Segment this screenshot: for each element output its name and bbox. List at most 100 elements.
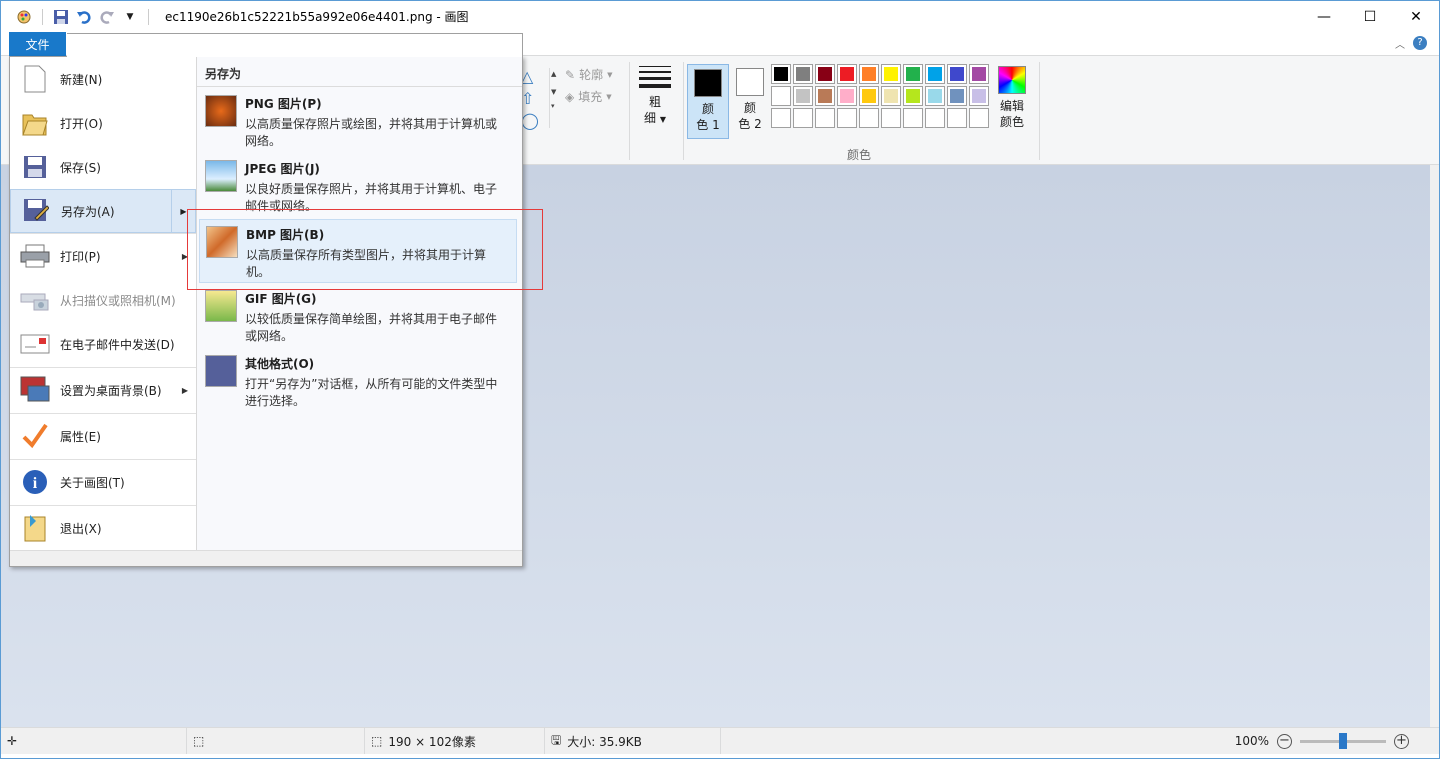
shapes-group: △ ⇧ ◯ ▲ ▼ ▾ ✎ 轮廓 ▼ ◈ 填充 ▼ <box>521 64 631 164</box>
save-icon[interactable] <box>52 8 70 26</box>
palette-swatch[interactable] <box>815 86 835 106</box>
palette-swatch[interactable] <box>881 108 901 128</box>
palette-swatch[interactable] <box>859 86 879 106</box>
paint-app-icon[interactable] <box>15 8 33 26</box>
up-arrow-shape-icon[interactable]: ⇧ <box>521 90 549 108</box>
vertical-scrollbar[interactable] <box>1430 165 1439 727</box>
close-button[interactable]: ✕ <box>1393 1 1439 32</box>
thickness-lines-icon <box>637 66 673 88</box>
menu-item-exit[interactable]: 退出(X) <box>10 506 196 550</box>
menu-item-properties[interactable]: 属性(E) <box>10 414 196 458</box>
palette-swatch[interactable] <box>793 108 813 128</box>
checkmark-icon <box>20 420 50 452</box>
disk-icon: 🖫 <box>551 732 562 747</box>
save-as-png[interactable]: PNG 图片(P) 以高质量保存照片或绘图，并将其用于计算机或网络。 <box>199 89 517 153</box>
quick-access-toolbar: ▼ <box>1 8 153 26</box>
zoom-slider[interactable] <box>1300 732 1386 749</box>
group-divider <box>1039 62 1040 160</box>
exit-icon <box>20 512 50 544</box>
image-dimensions: ⬚ 190 × 102像素 <box>365 728 545 754</box>
zoom-percent: 100% <box>1234 734 1269 748</box>
palette-swatch[interactable] <box>859 108 879 128</box>
color-spectrum-icon <box>998 66 1026 94</box>
menu-item-save-as[interactable]: 另存为(A) ▶ <box>10 189 196 233</box>
palette-swatch[interactable] <box>969 86 989 106</box>
palette-swatch[interactable] <box>837 64 857 84</box>
window-title: ec1190e26b1c52221b55a992e06e4401.png - 画… <box>165 10 469 24</box>
menu-item-about[interactable]: i 关于画图(T) <box>10 460 196 504</box>
zoom-out-button[interactable]: − <box>1277 733 1292 749</box>
palette-swatch[interactable] <box>771 64 791 84</box>
palette-swatch[interactable] <box>947 86 967 106</box>
outline-dropdown[interactable]: ✎ 轮廓 ▼ <box>565 66 612 83</box>
file-size: 🖫 大小: 35.9KB <box>545 728 721 754</box>
help-icon[interactable]: ? <box>1413 36 1427 50</box>
palette-swatch[interactable] <box>947 64 967 84</box>
open-folder-icon <box>20 107 50 139</box>
palette-swatch[interactable] <box>903 86 923 106</box>
palette-swatch[interactable] <box>771 86 791 106</box>
palette-swatch[interactable] <box>837 108 857 128</box>
color2-swatch <box>736 68 764 96</box>
qat-separator <box>148 8 149 25</box>
thickness-button[interactable]: 粗 细 ▼ <box>637 66 673 128</box>
save-as-other[interactable]: 其他格式(O) 打开“另存为”对话框，从所有可能的文件类型中进行选择。 <box>199 349 517 413</box>
menu-item-set-desktop-background[interactable]: 设置为桌面背景(B) ▶ <box>10 368 196 412</box>
callout-shape-icon[interactable]: ◯ <box>521 112 549 130</box>
edit-colors-button[interactable]: 编辑 颜色 <box>995 64 1029 130</box>
window-controls: — ☐ ✕ <box>1301 1 1439 32</box>
palette-swatch[interactable] <box>903 64 923 84</box>
thickness-label-2: 细 ▼ <box>644 111 666 125</box>
palette-swatch[interactable] <box>815 64 835 84</box>
file-menu-footer <box>10 550 522 566</box>
file-tab[interactable]: 文件 <box>9 32 66 56</box>
palette-swatch[interactable] <box>859 64 879 84</box>
menu-item-open[interactable]: 打开(O) <box>10 101 196 145</box>
shape-gallery-scroll[interactable]: ▲ ▼ ▾ <box>549 68 559 128</box>
palette-swatch[interactable] <box>881 64 901 84</box>
paint-window: ▼ ec1190e26b1c52221b55a992e06e4401.png -… <box>0 0 1440 759</box>
info-icon: i <box>20 466 50 498</box>
palette-swatch[interactable] <box>793 64 813 84</box>
desktop-background-icon <box>20 374 50 406</box>
collapse-ribbon-icon[interactable]: ︿ <box>1395 36 1405 51</box>
palette-swatch[interactable] <box>793 86 813 106</box>
menu-item-send-email[interactable]: 在电子邮件中发送(D) <box>10 322 196 366</box>
palette-swatch[interactable] <box>925 86 945 106</box>
menu-item-print[interactable]: 打印(P) ▶ <box>10 234 196 278</box>
palette-swatch[interactable] <box>925 64 945 84</box>
color2-button[interactable]: 颜 色 2 <box>729 64 771 139</box>
menu-item-new[interactable]: 新建(N) <box>10 57 196 101</box>
new-document-icon <box>20 63 50 95</box>
minimize-button[interactable]: — <box>1301 1 1347 32</box>
palette-swatch[interactable] <box>837 86 857 106</box>
palette-swatch[interactable] <box>881 86 901 106</box>
shape-gallery[interactable]: △ ⇧ ◯ <box>521 68 549 130</box>
customize-qat-icon[interactable]: ▼ <box>121 8 139 26</box>
palette-swatch[interactable] <box>925 108 945 128</box>
maximize-button[interactable]: ☐ <box>1347 1 1393 32</box>
zoom-in-button[interactable]: + <box>1394 733 1409 749</box>
save-as-heading: 另存为 <box>197 57 522 87</box>
chevron-down-icon: ▼ <box>606 92 612 101</box>
png-image-icon <box>205 95 237 127</box>
palette-swatch[interactable] <box>815 108 835 128</box>
triangle-shape-icon[interactable]: △ <box>521 68 549 86</box>
group-divider <box>629 62 630 160</box>
printer-icon <box>20 240 50 272</box>
palette-swatch[interactable] <box>771 108 791 128</box>
palette-swatch[interactable] <box>947 108 967 128</box>
save-as-gif[interactable]: GIF 图片(G) 以较低质量保存简单绘图，并将其用于电子邮件或网络。 <box>199 284 517 348</box>
fill-dropdown[interactable]: ◈ 填充 ▼ <box>565 88 612 105</box>
zoom-slider-thumb[interactable] <box>1339 732 1347 749</box>
zoom-control: 100% − + <box>1235 728 1409 754</box>
cursor-position: ✛ <box>1 728 187 754</box>
palette-swatch[interactable] <box>969 64 989 84</box>
palette-swatch[interactable] <box>969 108 989 128</box>
color1-button[interactable]: 颜 色 1 <box>687 64 729 139</box>
title-bar: ▼ ec1190e26b1c52221b55a992e06e4401.png -… <box>1 1 1439 32</box>
palette-swatch[interactable] <box>903 108 923 128</box>
redo-icon[interactable] <box>98 8 116 26</box>
menu-item-save[interactable]: 保存(S) <box>10 145 196 189</box>
undo-icon[interactable] <box>75 8 93 26</box>
